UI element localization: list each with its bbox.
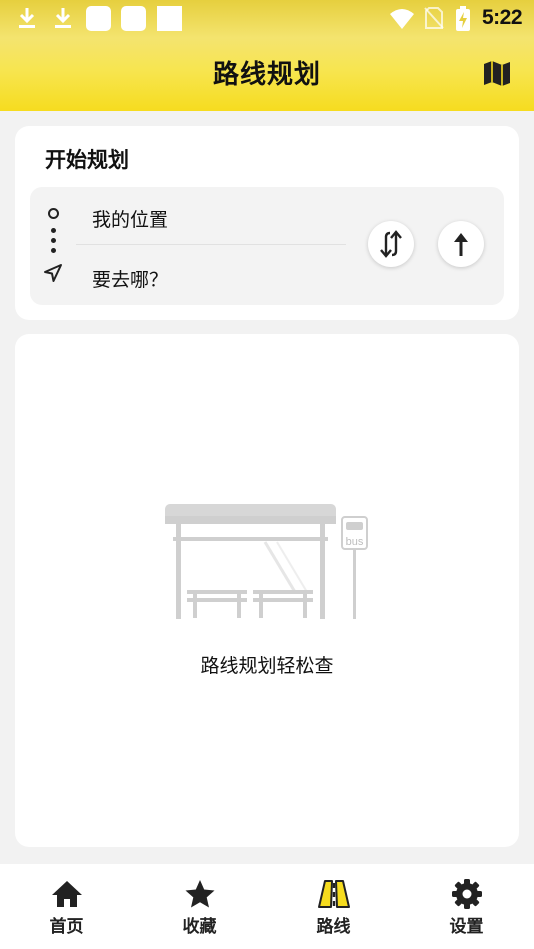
route-icon xyxy=(317,880,350,908)
swap-button[interactable] xyxy=(368,221,414,267)
arrow-up-icon xyxy=(454,233,468,256)
download-icon xyxy=(55,8,71,28)
route-planner-card: 开始规划 我的位置 要去哪？ xyxy=(15,126,519,320)
destination-field[interactable]: 要去哪？ xyxy=(92,265,168,292)
nav-label-favorites: 收藏 xyxy=(182,917,217,937)
swap-icon xyxy=(380,230,402,258)
app-icon xyxy=(157,6,182,31)
status-bar: 5:22 xyxy=(0,0,534,38)
gear-icon xyxy=(451,879,482,909)
nav-item-settings[interactable]: 设置 xyxy=(400,864,533,949)
route-dot xyxy=(51,228,56,233)
route-dot xyxy=(51,248,56,253)
nav-label-settings: 设置 xyxy=(449,917,484,937)
bus-sign-text: bus xyxy=(346,536,364,548)
route-dot xyxy=(51,238,56,243)
map-icon[interactable] xyxy=(482,58,512,88)
empty-state-message: 路线规划轻松查 xyxy=(200,655,334,677)
planner-title: 开始规划 xyxy=(45,148,129,172)
battery-charging-icon xyxy=(456,6,470,31)
star-icon xyxy=(185,880,214,908)
home-icon xyxy=(51,881,82,907)
nav-label-home: 首页 xyxy=(49,917,84,937)
download-icon xyxy=(19,8,35,28)
nav-item-home[interactable]: 首页 xyxy=(0,864,133,949)
nav-label-route: 路线 xyxy=(316,917,351,937)
app-icon xyxy=(121,6,146,31)
divider xyxy=(76,244,346,245)
page-title: 路线规划 xyxy=(212,60,321,90)
nav-item-favorites[interactable]: 收藏 xyxy=(133,864,266,949)
empty-state-card: bus 路线规划轻松查 xyxy=(15,334,519,847)
app-icon xyxy=(86,6,111,31)
header-background: 5:22 路线规划 xyxy=(0,0,534,111)
bottom-navigation: 首页 收藏 路线 设置 xyxy=(0,864,534,949)
bus-stop-illustration: bus xyxy=(165,504,368,619)
status-time: 5:22 xyxy=(481,6,523,29)
origin-field[interactable]: 我的位置 xyxy=(92,205,168,232)
navigation-arrow-icon xyxy=(44,264,62,282)
start-point-icon xyxy=(48,208,59,219)
no-sim-icon xyxy=(424,7,444,29)
go-button[interactable] xyxy=(438,221,484,267)
nav-item-route[interactable]: 路线 xyxy=(267,864,400,949)
wifi-icon xyxy=(390,9,414,29)
route-input-panel: 我的位置 要去哪？ xyxy=(30,187,504,305)
